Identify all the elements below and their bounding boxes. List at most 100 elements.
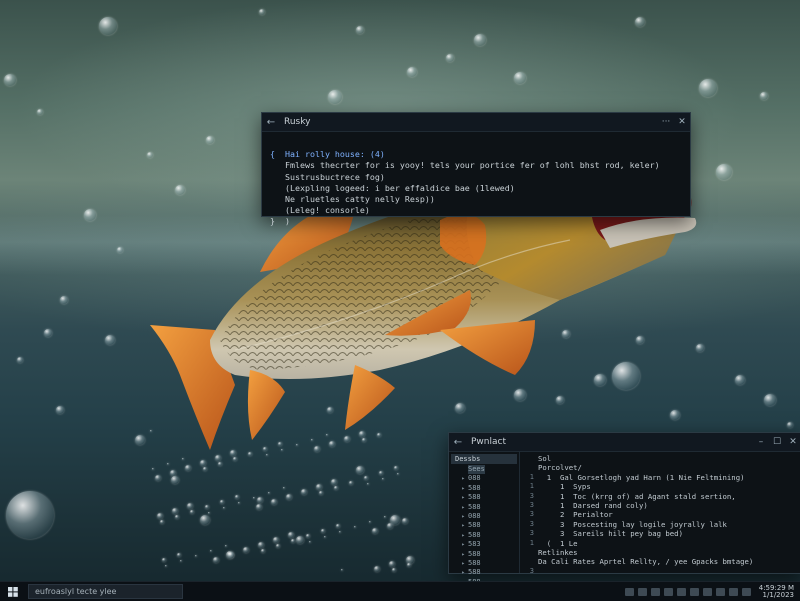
- sidebar-item[interactable]: ▸ 088: [449, 512, 519, 521]
- bubble: [257, 497, 263, 503]
- line-number: 3: [529, 566, 534, 575]
- window-titlebar[interactable]: ← Rusky ··· ✕: [262, 113, 690, 132]
- sidebar-item[interactable]: ▸ 088: [449, 474, 519, 483]
- code-body[interactable]: { Hai rolly house: (4) Fmlews thecrter f…: [262, 132, 690, 256]
- bubble: [56, 406, 64, 414]
- chevron-right-icon[interactable]: ▸: [453, 493, 468, 502]
- bubble: [367, 483, 369, 485]
- bubble: [157, 513, 163, 519]
- bubble: [84, 209, 96, 221]
- window-titlebar[interactable]: ← Pwnlact – ☐ ✕: [449, 433, 800, 452]
- bubble: [474, 34, 486, 46]
- chevron-right-icon[interactable]: [453, 465, 468, 474]
- tray-icon[interactable]: [650, 587, 660, 596]
- taskbar-search-box[interactable]: eufroaslyl tecte ylee: [28, 584, 183, 599]
- sidebar-item[interactable]: ▸588: [449, 493, 519, 502]
- chevron-right-icon[interactable]: ▸: [453, 484, 468, 493]
- code-line: (Lexpling logeed: i ber effaldice bae (1…: [270, 182, 515, 193]
- bubble: [223, 507, 225, 509]
- tray-icon[interactable]: [715, 587, 725, 596]
- chevron-right-icon[interactable]: ▸: [453, 531, 468, 540]
- bubble: [37, 109, 43, 115]
- close-icon[interactable]: ✕: [674, 117, 690, 127]
- code-line: Sustrusbuctrece fog): [270, 171, 385, 182]
- bubble: [288, 532, 294, 538]
- bubble: [316, 484, 322, 490]
- sidebar-item[interactable]: ▸ 583: [449, 540, 519, 549]
- search-text: eufroaslyl tecte ylee: [35, 587, 117, 596]
- chevron-right-icon[interactable]: ▸: [453, 559, 468, 568]
- bubble: [162, 558, 166, 562]
- chevron-right-icon[interactable]: ▸: [453, 503, 468, 512]
- bubble: [177, 553, 181, 557]
- code-line: Sol: [538, 454, 552, 463]
- sidebar-item-label: 088: [468, 474, 481, 483]
- taskbar: eufroaslyl tecte ylee 4:59:29 M 1/1/2023: [0, 581, 800, 601]
- bubble: [44, 329, 52, 337]
- minimize-icon[interactable]: ···: [658, 117, 674, 127]
- bubble: [17, 357, 23, 363]
- sidebar-item[interactable]: Sees: [449, 465, 519, 475]
- tray-icon[interactable]: [728, 587, 738, 596]
- chevron-right-icon[interactable]: ▸: [453, 474, 468, 483]
- sidebar-item[interactable]: ▸588: [449, 559, 519, 568]
- minimize-icon[interactable]: –: [753, 437, 769, 447]
- tray-icon[interactable]: [741, 587, 751, 596]
- start-button[interactable]: [0, 582, 26, 601]
- code-window-top[interactable]: ← Rusky ··· ✕ { Hai rolly house: (4) Fml…: [261, 112, 691, 226]
- bubble: [208, 512, 210, 514]
- bubble: [321, 529, 325, 533]
- sidebar-item[interactable]: ▸588: [449, 521, 519, 530]
- sidebar-item[interactable]: ▸588: [449, 484, 519, 493]
- bubble: [514, 72, 526, 84]
- bubble: [171, 476, 179, 484]
- bubble: [253, 497, 255, 499]
- sidebar-item-label: 588: [468, 568, 481, 577]
- bubble: [220, 500, 224, 504]
- bubble: [392, 568, 396, 572]
- maximize-icon[interactable]: ☐: [769, 437, 785, 447]
- bubble: [185, 465, 191, 471]
- back-arrow-icon[interactable]: ←: [262, 117, 280, 128]
- code-line: ( 1 Le: [538, 538, 578, 548]
- bubble: [218, 462, 222, 466]
- chevron-right-icon[interactable]: ▸: [453, 568, 468, 577]
- sidebar-item-label: 588: [468, 559, 481, 568]
- bubble: [296, 536, 304, 544]
- code-line: Ne rluetles catty nelly Resp)): [270, 194, 435, 205]
- bubble: [205, 505, 209, 509]
- bubble: [238, 502, 240, 504]
- close-icon[interactable]: ✕: [785, 437, 800, 447]
- code-line: 1 Syps: [538, 482, 591, 492]
- bubble: [155, 475, 161, 481]
- explorer-window-bottom[interactable]: ← Pwnlact – ☐ ✕ Dessbs Sees ▸ 088 ▸ 588 ▸ 588 ▸…: [448, 432, 800, 586]
- sidebar: Dessbs Sees ▸ 088 ▸ 588 ▸ 588 ▸ 588 ▸ 088 ▸ 588 ▸ 588 ▸…: [449, 452, 520, 586]
- back-arrow-icon[interactable]: ←: [449, 437, 467, 448]
- tray-icon[interactable]: [624, 587, 634, 596]
- clock[interactable]: 4:59:29 M 1/1/2023: [753, 584, 800, 599]
- sidebar-item[interactable]: ▸588: [449, 503, 519, 512]
- chevron-right-icon[interactable]: ▸: [453, 512, 468, 521]
- chevron-right-icon[interactable]: ▸: [453, 550, 468, 559]
- sidebar-item[interactable]: ▸588: [449, 568, 519, 577]
- tray-icon[interactable]: [702, 587, 712, 596]
- sidebar-item[interactable]: ▸588: [449, 550, 519, 559]
- clock-date: 1/1/2023: [762, 590, 794, 599]
- tray-icon[interactable]: [689, 587, 699, 596]
- tray-icon[interactable]: [676, 587, 686, 596]
- chevron-right-icon[interactable]: ▸: [453, 540, 468, 549]
- bubble: [105, 335, 115, 345]
- sidebar-item[interactable]: ▸588: [449, 531, 519, 540]
- tray-icon[interactable]: [663, 587, 673, 596]
- bubble: [259, 9, 265, 15]
- code-body[interactable]: Sol Porcolvet/ 1 Gal Gorsetlogh yad Harn …: [538, 452, 800, 573]
- code-line: Retlinkes: [538, 548, 578, 558]
- bubble: [389, 561, 395, 567]
- chevron-right-icon[interactable]: ▸: [453, 521, 468, 530]
- bubble: [99, 17, 117, 35]
- bubble: [760, 92, 768, 100]
- sidebar-header[interactable]: Dessbs: [451, 454, 517, 464]
- bubble: [699, 79, 717, 97]
- tray-icon[interactable]: [637, 587, 647, 596]
- bubble: [339, 531, 341, 533]
